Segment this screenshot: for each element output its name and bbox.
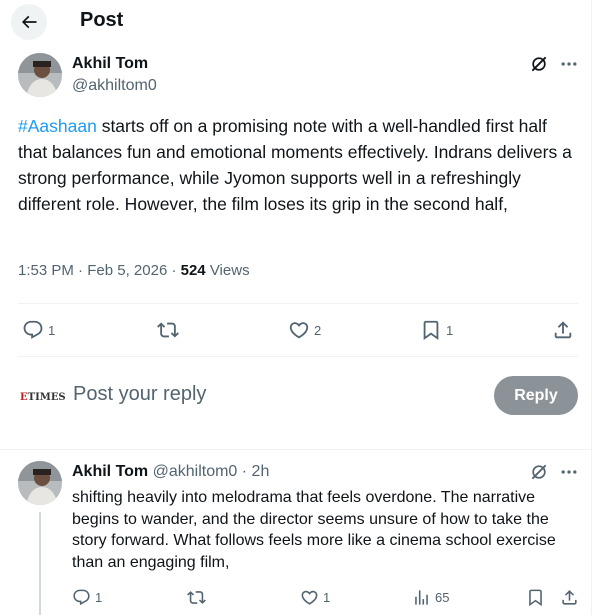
post-date[interactable]: Feb 5, 2026 bbox=[87, 262, 167, 279]
like-action[interactable]: 1 bbox=[300, 588, 330, 607]
author-name[interactable]: Akhil Tom bbox=[72, 55, 148, 73]
like-count: 2 bbox=[314, 322, 322, 338]
repost-icon bbox=[187, 591, 206, 604]
avatar[interactable] bbox=[18, 461, 62, 505]
reply-author-handle[interactable]: @akhiltom0 bbox=[153, 463, 238, 480]
more-icon[interactable] bbox=[559, 54, 579, 74]
reply-action[interactable]: 1 bbox=[22, 319, 55, 341]
avatar[interactable] bbox=[18, 53, 62, 97]
reply-author-name[interactable]: Akhil Tom bbox=[72, 463, 148, 480]
post-meta: 1:53 PM · Feb 5, 2026 · 524 Views bbox=[18, 262, 250, 279]
views-count: 65 bbox=[435, 590, 450, 605]
reply-count: 1 bbox=[95, 590, 103, 605]
views-label: Views bbox=[209, 262, 250, 279]
grok-icon[interactable] bbox=[529, 54, 549, 74]
hashtag-link[interactable]: #Aashaan bbox=[18, 116, 97, 136]
bookmark-action[interactable] bbox=[526, 588, 545, 607]
thread-line bbox=[39, 512, 41, 615]
times-logo: E TIMES bbox=[20, 391, 66, 403]
divider bbox=[18, 303, 578, 304]
share-action[interactable] bbox=[560, 588, 579, 607]
like-icon bbox=[301, 590, 318, 605]
like-count: 1 bbox=[323, 590, 331, 605]
reply-text: shifting heavily into melodrama that fee… bbox=[72, 489, 556, 571]
post-text: #Aashaan starts off on a promising note … bbox=[18, 113, 574, 217]
bookmark-count: 1 bbox=[446, 322, 454, 338]
author-handle[interactable]: @akhiltom0 bbox=[72, 77, 157, 95]
repost-icon bbox=[157, 322, 179, 338]
more-icon[interactable] bbox=[559, 462, 579, 482]
divider bbox=[0, 449, 591, 450]
reply-header: Akhil Tom @akhiltom0 · 2h bbox=[72, 463, 270, 480]
reply-button[interactable]: Reply bbox=[494, 376, 578, 415]
like-action[interactable]: 2 bbox=[288, 319, 321, 341]
back-button[interactable] bbox=[11, 4, 47, 40]
header: Post bbox=[0, 0, 591, 44]
repost-action[interactable] bbox=[187, 588, 206, 607]
divider bbox=[18, 356, 578, 357]
bookmark-icon bbox=[529, 589, 542, 607]
reply-action[interactable]: 1 bbox=[72, 588, 102, 607]
views-icon bbox=[415, 590, 428, 605]
reply-icon bbox=[73, 589, 90, 606]
bookmark-action[interactable]: 1 bbox=[420, 319, 453, 341]
reply-count: 1 bbox=[48, 322, 56, 338]
like-icon bbox=[289, 322, 309, 339]
back-arrow-icon bbox=[21, 15, 37, 29]
share-icon bbox=[562, 590, 577, 605]
post-time[interactable]: 1:53 PM bbox=[18, 262, 74, 279]
grok-icon[interactable] bbox=[529, 462, 549, 482]
post-body: starts off on a promising note with a we… bbox=[18, 116, 572, 214]
page-title: Post bbox=[80, 9, 124, 31]
bookmark-icon bbox=[423, 320, 439, 341]
views-action[interactable]: 65 bbox=[412, 588, 449, 607]
share-action[interactable] bbox=[552, 319, 574, 341]
views-count: 524 bbox=[180, 262, 206, 279]
reply-input[interactable]: Post your reply bbox=[73, 383, 206, 406]
repost-action[interactable] bbox=[157, 319, 179, 341]
share-icon bbox=[554, 321, 572, 339]
reply-icon bbox=[23, 320, 43, 339]
reply-time[interactable]: 2h bbox=[252, 463, 270, 480]
